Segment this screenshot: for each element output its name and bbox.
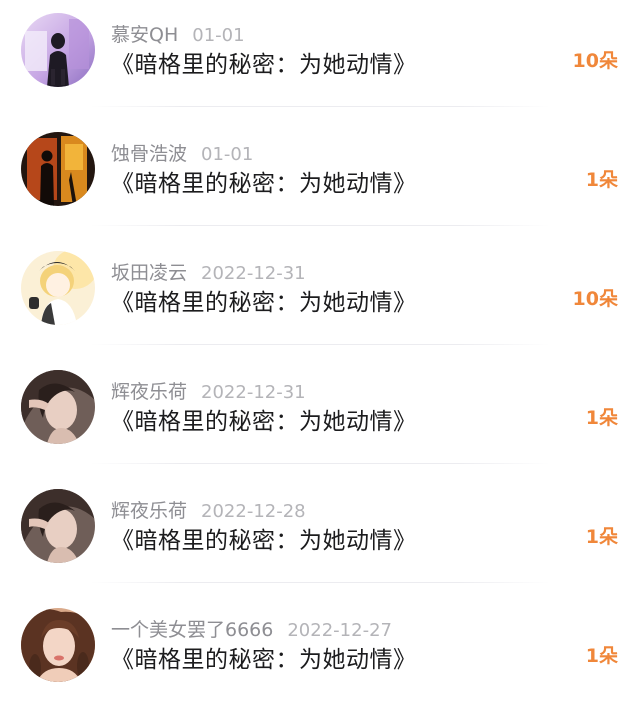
gift-record-row[interactable]: 蚀骨浩波 01-01 《暗格里的秘密：为她动情》 1朵 (0, 119, 640, 238)
gift-record-row[interactable]: 坂田凌云 2022-12-31 《暗格里的秘密：为她动情》 10朵 (0, 238, 640, 357)
gift-record-row[interactable]: 辉夜乐荷 2022-12-28 《暗格里的秘密：为她动情》 1朵 (0, 476, 640, 595)
book-title[interactable]: 《暗格里的秘密：为她动情》 (111, 48, 417, 82)
book-title[interactable]: 《暗格里的秘密：为她动情》 (111, 643, 417, 677)
avatar-woman-portrait-icon[interactable] (21, 370, 95, 444)
row-divider (90, 582, 550, 583)
gift-count: 1朵 (585, 645, 618, 667)
book-title[interactable]: 《暗格里的秘密：为她动情》 (111, 167, 417, 201)
record-date: 2022-12-31 (201, 263, 306, 284)
row-divider (90, 106, 550, 107)
book-title[interactable]: 《暗格里的秘密：为她动情》 (111, 405, 417, 439)
gift-count: 10朵 (572, 50, 618, 72)
username[interactable]: 坂田凌云 (111, 262, 187, 284)
book-title[interactable]: 《暗格里的秘密：为她动情》 (111, 524, 417, 558)
gift-count: 1朵 (585, 526, 618, 548)
avatar-anime-boy-icon[interactable] (21, 251, 95, 325)
record-date: 01-01 (201, 144, 254, 165)
gift-record-list: 慕安QH 01-01 《暗格里的秘密：为她动情》 10朵 蚀骨浩波 01-01 《暗… (0, 0, 640, 703)
avatar-woman-selfie-icon[interactable] (21, 608, 95, 682)
gift-count: 1朵 (585, 169, 618, 191)
record-meta: 蚀骨浩波 01-01 (111, 141, 253, 167)
record-date: 2022-12-31 (201, 382, 306, 403)
gift-count: 10朵 (572, 288, 618, 310)
record-meta: 坂田凌云 2022-12-31 (111, 260, 306, 286)
record-meta: 辉夜乐荷 2022-12-31 (111, 379, 306, 405)
record-date: 2022-12-27 (287, 620, 392, 641)
username[interactable]: 蚀骨浩波 (111, 143, 187, 165)
gift-record-row[interactable]: 一个美女罢了6666 2022-12-27 《暗格里的秘密：为她动情》 1朵 (0, 595, 640, 703)
record-meta: 慕安QH 01-01 (111, 22, 245, 48)
record-meta: 辉夜乐荷 2022-12-28 (111, 498, 306, 524)
username[interactable]: 辉夜乐荷 (111, 500, 187, 522)
username[interactable]: 辉夜乐荷 (111, 381, 187, 403)
gift-count: 1朵 (585, 407, 618, 429)
record-meta: 一个美女罢了6666 2022-12-27 (111, 617, 392, 643)
username[interactable]: 一个美女罢了6666 (111, 619, 273, 641)
gift-record-row[interactable]: 慕安QH 01-01 《暗格里的秘密：为她动情》 10朵 (0, 0, 640, 119)
row-divider (90, 225, 550, 226)
book-title[interactable]: 《暗格里的秘密：为她动情》 (111, 286, 417, 320)
record-date: 2022-12-28 (201, 501, 306, 522)
avatar-woman-portrait-icon[interactable] (21, 489, 95, 563)
avatar-girl-neon-street-icon[interactable] (21, 13, 95, 87)
avatar-silhouette-sunset-icon[interactable] (21, 132, 95, 206)
gift-record-row[interactable]: 辉夜乐荷 2022-12-31 《暗格里的秘密：为她动情》 1朵 (0, 357, 640, 476)
username[interactable]: 慕安QH (111, 24, 178, 46)
row-divider (90, 463, 550, 464)
record-date: 01-01 (192, 25, 245, 46)
row-divider (90, 344, 550, 345)
